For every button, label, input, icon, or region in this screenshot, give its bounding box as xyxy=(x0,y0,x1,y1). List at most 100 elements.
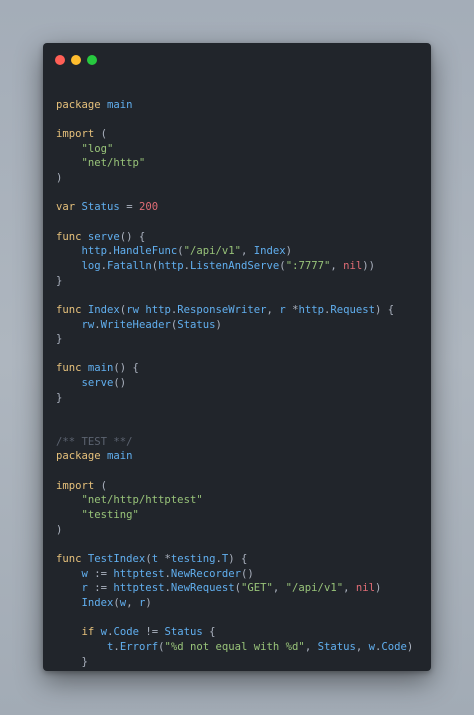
code-token: Status xyxy=(177,318,216,331)
code-token: /** TEST **/ xyxy=(56,435,133,448)
code-token: , xyxy=(126,596,139,609)
code-token: serve xyxy=(81,377,114,390)
code-token: , xyxy=(241,245,254,258)
code-token: WriteHeader xyxy=(100,318,171,331)
code-token: main xyxy=(87,362,114,375)
code-token: import xyxy=(56,479,95,492)
code-token: main xyxy=(107,450,133,463)
code-line: t.Errorf("%d not equal with %d", Status,… xyxy=(56,640,413,655)
code-line: package main xyxy=(56,449,413,464)
code-token: rw xyxy=(126,303,139,316)
code-line: if w.Code != Status { xyxy=(56,625,413,640)
code-token: ) xyxy=(215,318,222,331)
code-token: "net/http" xyxy=(81,157,146,170)
code-token: , xyxy=(355,640,369,653)
code-token: package xyxy=(56,450,101,463)
minimize-button[interactable] xyxy=(71,55,81,65)
code-token: func xyxy=(56,362,82,375)
code-line: func serve() { xyxy=(56,230,413,245)
code-token: "GET" xyxy=(241,582,273,595)
code-token: () xyxy=(113,377,127,390)
code-token: * xyxy=(158,553,171,565)
code-token: * xyxy=(285,303,299,316)
code-line: ) xyxy=(56,523,413,538)
code-token: ResponseWriter xyxy=(177,303,267,316)
code-token: , xyxy=(330,259,344,272)
code-token: := xyxy=(87,567,114,580)
code-token: Code xyxy=(113,626,139,639)
code-token: log xyxy=(81,259,101,272)
code-token: "%d not equal with %d" xyxy=(164,640,305,653)
code-line: /** TEST **/ xyxy=(56,435,413,450)
code-token: = xyxy=(119,201,139,214)
code-token: ) { xyxy=(228,553,248,565)
code-line: rw.WriteHeader(Status) xyxy=(56,318,413,333)
code-token: TestIndex xyxy=(87,553,146,565)
code-token: "/api/v1" xyxy=(285,582,344,595)
close-button[interactable] xyxy=(55,55,65,65)
code-line: func TestIndex(t *testing.T) { xyxy=(56,552,413,567)
code-line: } xyxy=(56,274,413,289)
code-token: http xyxy=(81,245,108,258)
code-token: "log" xyxy=(81,142,114,155)
code-token: } xyxy=(56,333,63,346)
code-token: if xyxy=(81,626,95,639)
code-token: main xyxy=(107,98,133,111)
code-token: NewRecorder xyxy=(170,567,242,580)
code-token: "/api/v1" xyxy=(183,245,241,258)
code-token: ) xyxy=(285,245,293,258)
code-line: import ( xyxy=(56,127,413,142)
code-line: } xyxy=(56,669,413,671)
code-token: ) xyxy=(56,523,63,536)
code-token: ":7777" xyxy=(285,259,331,272)
code-line: "net/http/httptest" xyxy=(56,493,413,508)
code-line: serve() xyxy=(56,376,413,391)
code-token: func xyxy=(56,553,82,565)
code-token: ( xyxy=(94,479,108,492)
code-token: Fatalln xyxy=(107,259,152,272)
code-line: "log" xyxy=(56,142,413,157)
code-token: } xyxy=(56,391,63,404)
code-token: := xyxy=(87,582,114,595)
code-block: package main import ( "log" "net/http") va… xyxy=(56,83,413,671)
code-token: http xyxy=(145,303,171,316)
code-line: func Index(rw http.ResponseWriter, r *ht… xyxy=(56,303,413,318)
code-line: package main xyxy=(56,98,413,113)
code-token: } xyxy=(56,670,62,671)
code-line: "testing" xyxy=(56,508,413,523)
code-token: ( xyxy=(94,127,108,140)
code-token: httptest xyxy=(113,567,165,580)
code-token: rw xyxy=(81,318,95,331)
code-line: } xyxy=(56,655,413,670)
code-token: ) xyxy=(145,596,152,609)
code-token: Status xyxy=(317,640,356,653)
code-token: Status xyxy=(164,626,203,639)
code-token: )) xyxy=(362,259,376,272)
code-line: Index(w, r) xyxy=(56,596,413,611)
code-line: ) xyxy=(56,171,413,186)
code-token: != xyxy=(138,626,165,639)
code-token: func xyxy=(56,230,82,243)
code-token: NewRequest xyxy=(170,582,235,595)
code-line: log.Fatalln(http.ListenAndServe(":7777",… xyxy=(56,259,413,274)
code-token: ListenAndServe xyxy=(190,259,280,272)
maximize-button[interactable] xyxy=(87,55,97,65)
code-token: ) { xyxy=(375,303,395,316)
